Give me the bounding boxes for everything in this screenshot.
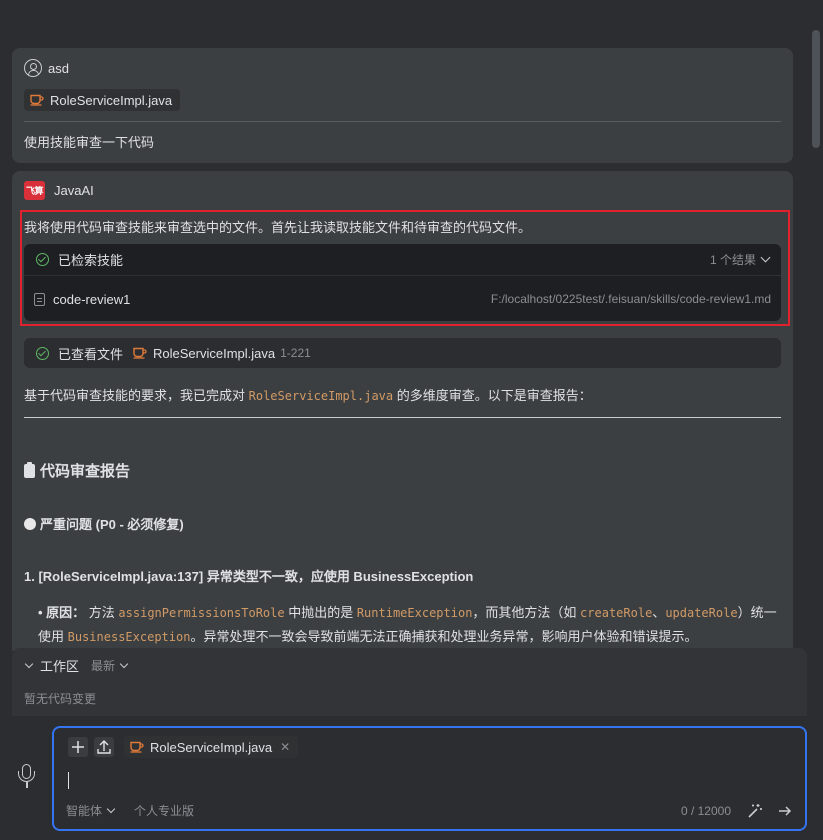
issue-text: 中抛出的是 [284, 605, 357, 620]
issue-text: 、 [652, 605, 666, 620]
char-counter: 0 / 12000 [680, 803, 731, 818]
report-heading: 代码审查报告 [24, 460, 130, 481]
check-circle-icon [36, 346, 49, 360]
viewed-file-label: 已查看文件 [58, 346, 124, 362]
review-summary: 基于代码审查技能的要求，我已完成对 RoleServiceImpl.java 的… [24, 385, 592, 404]
workspace-header[interactable]: 工作区 最新 [24, 656, 129, 675]
issue-text: 方法 [85, 605, 119, 620]
divider [24, 121, 781, 122]
attachment-name: RoleServiceImpl.java [50, 92, 173, 108]
report-title: 代码审查报告 [40, 463, 131, 480]
chevron-down-icon [106, 804, 116, 814]
attachment-chip[interactable]: RoleServiceImpl.java [24, 89, 181, 111]
java-file-icon [133, 347, 147, 359]
summary-text-before: 基于代码审查技能的要求，我已完成对 [24, 388, 249, 403]
bullet-marker: • [38, 605, 47, 620]
input-footer: 智能体 个人专业版 0 / 12000 [66, 802, 793, 819]
workspace-panel: 工作区 最新 暂无代码变更 [12, 648, 807, 716]
user-message-card: asd RoleServiceImpl.java 使用技能审查一下代码 [12, 48, 793, 163]
severity-heading: 严重问题 (P0 - 必须修复) [24, 514, 184, 533]
input-toolbar: RoleServiceImpl.java ✕ [68, 736, 299, 758]
microphone-icon[interactable] [15, 762, 39, 792]
summary-text-after: 的多维度审查。以下是审查报告： [393, 388, 592, 403]
highlight-box [20, 210, 790, 326]
issue-text: 。异常处理不一致会导致前端无法正确捕获和处理业务异常，影响用户体验和错误提示。 [190, 629, 698, 644]
add-button[interactable] [68, 737, 88, 757]
workspace-empty-text: 暂无代码变更 [24, 692, 97, 706]
user-header: asd [24, 59, 69, 77]
chat-input-box: RoleServiceImpl.java ✕ 智能体 个人专业版 0 / 120… [52, 726, 807, 831]
severity-title: 严重问题 (P0 - 必须修复) [40, 517, 184, 532]
viewed-file-name: RoleServiceImpl.java [153, 345, 276, 361]
issue-code: BusinessException [67, 630, 191, 644]
assistant-header: 飞算 JavaAI [24, 181, 94, 200]
viewed-file-link[interactable]: RoleServiceImpl.java [133, 346, 275, 361]
chevron-down-icon [24, 659, 34, 669]
workspace-sort-label: 最新 [91, 659, 116, 673]
magic-wand-icon[interactable] [747, 803, 763, 819]
mode-label: 智能体 [66, 804, 103, 818]
chevron-down-icon [119, 659, 129, 669]
assistant-logo: 飞算 [24, 181, 45, 200]
assistant-name: JavaAI [54, 183, 94, 198]
viewed-file-range: 1-221 [280, 346, 311, 360]
workspace-sort-select[interactable]: 最新 [91, 657, 129, 674]
send-icon[interactable] [777, 803, 793, 819]
clipboard-icon [24, 461, 35, 478]
issue-bullet-label: 原因： [46, 605, 86, 620]
scrollbar-thumb[interactable] [812, 30, 820, 148]
mode-select[interactable]: 智能体 [66, 802, 116, 819]
input-attachment-chip[interactable]: RoleServiceImpl.java ✕ [124, 736, 299, 758]
close-icon[interactable]: ✕ [280, 740, 290, 754]
circle-icon [24, 517, 36, 530]
issue-title: 1. [RoleServiceImpl.java:137] 异常类型不一致，应使… [24, 569, 474, 584]
horizontal-rule [24, 417, 781, 418]
issue-text: ，而其他方法（如 [472, 605, 581, 620]
viewed-file-block: 已查看文件 RoleServiceImpl.java 1-221 [24, 338, 781, 368]
issue-code: assignPermissionsToRole [118, 606, 285, 620]
summary-code: RoleServiceImpl.java [248, 389, 394, 403]
issue-code: createRole [580, 606, 653, 620]
java-file-icon [130, 741, 144, 753]
user-avatar-icon [24, 59, 42, 77]
chat-input[interactable] [68, 770, 768, 792]
plus-icon [72, 741, 84, 753]
java-file-icon [30, 94, 44, 106]
user-message-text: 使用技能审查一下代码 [24, 135, 155, 150]
issue-detail: • 原因： 方法 assignPermissionsToRole 中抛出的是 R… [38, 601, 778, 649]
text-caret [68, 772, 69, 789]
user-name: asd [48, 60, 69, 76]
workspace-title: 工作区 [40, 659, 80, 674]
input-attachment-name: RoleServiceImpl.java [150, 739, 273, 755]
issue-code: updateRole [665, 606, 738, 620]
upload-button[interactable] [94, 737, 114, 757]
upload-icon [97, 740, 111, 754]
plan-label: 个人专业版 [134, 804, 195, 818]
issue-code: RuntimeException [356, 606, 473, 620]
